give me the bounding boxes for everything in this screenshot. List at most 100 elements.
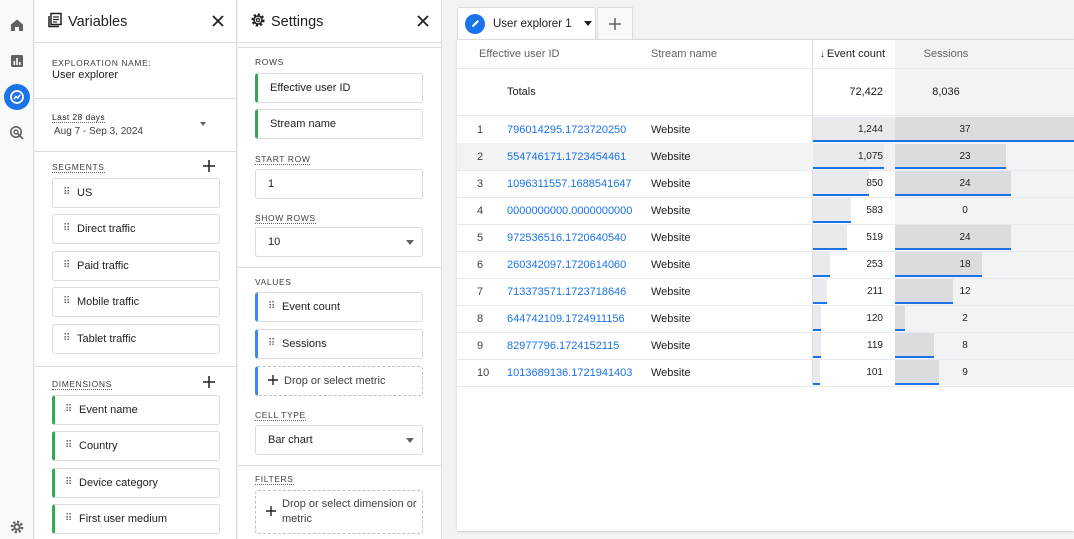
row-number: 4 <box>477 205 484 217</box>
home-icon[interactable] <box>4 12 30 38</box>
drop-metric-target[interactable]: Drop or select metric <box>255 366 423 396</box>
header-stream-name[interactable]: Stream name <box>651 40 717 68</box>
totals-sessions: 8,036 <box>932 86 960 98</box>
value-event-count[interactable]: ⠿ Event count <box>255 292 423 322</box>
stream-name-cell: Website <box>651 178 691 190</box>
add-dimension-button[interactable] <box>202 375 216 389</box>
plus-icon <box>609 17 621 30</box>
cell-type-select[interactable]: Bar chart <box>255 425 423 455</box>
table-row[interactable]: 2 554746171.1723454461 Website 1,075 23 <box>457 143 1074 170</box>
add-segment-button[interactable] <box>202 159 216 173</box>
table-row[interactable]: 8 644742109.1724911156 Website 120 2 <box>457 305 1074 332</box>
divider <box>35 98 236 99</box>
drag-handle-icon[interactable]: ⠿ <box>268 339 275 349</box>
table-row[interactable]: 10 1013689136.1721941403 Website 101 9 <box>457 359 1074 386</box>
divider <box>35 151 236 152</box>
ga4-explore-app: Variables EXPLORATION NAME: User explore… <box>0 0 1074 539</box>
drag-handle-icon[interactable]: ⠿ <box>65 405 72 415</box>
drag-handle-icon[interactable]: ⠿ <box>65 514 72 524</box>
sessions-value: 9 <box>962 367 968 378</box>
sessions-value: 12 <box>959 286 971 297</box>
date-range: Aug 7 - Sep 3, 2024 <box>54 126 143 137</box>
drag-handle-icon[interactable]: ⠿ <box>63 334 70 344</box>
segment-paid-traffic[interactable]: ⠿ Paid traffic <box>52 251 220 281</box>
event-count-value: 101 <box>866 367 883 378</box>
start-row-input[interactable]: 1 <box>255 169 423 199</box>
settings-title: Settings <box>250 12 323 32</box>
row-stream-name[interactable]: Stream name <box>255 109 423 139</box>
reports-icon[interactable] <box>4 48 30 74</box>
segment-tablet-traffic[interactable]: ⠿ Tablet traffic <box>52 324 220 354</box>
advertising-icon[interactable] <box>4 120 30 146</box>
table-row[interactable]: 7 713373571.1723718646 Website 211 12 <box>457 278 1074 305</box>
dimension-device-category[interactable]: ⠿ Device category <box>52 468 220 498</box>
show-rows-label: SHOW ROWS <box>255 213 316 224</box>
drag-handle-icon[interactable]: ⠿ <box>65 441 72 451</box>
dimension-country[interactable]: ⠿ Country <box>52 431 220 461</box>
header-sessions[interactable]: Sessions <box>895 40 997 68</box>
header-user-id[interactable]: Effective user ID <box>479 40 560 68</box>
drag-handle-icon[interactable]: ⠿ <box>63 261 70 271</box>
header-event-count[interactable]: ↓ Event count <box>813 40 895 68</box>
close-settings-icon[interactable] <box>415 13 431 29</box>
gear-icon <box>250 12 266 32</box>
drag-handle-icon[interactable]: ⠿ <box>65 478 72 488</box>
cell-type-label: CELL TYPE <box>255 410 306 421</box>
divider <box>35 366 236 367</box>
dimension-event-name[interactable]: ⠿ Event name <box>52 395 220 425</box>
dimension-first-user-medium[interactable]: ⠿ First user medium <box>52 504 220 534</box>
add-tab-button[interactable] <box>597 7 633 39</box>
drag-handle-icon[interactable]: ⠿ <box>63 224 70 234</box>
stream-name-cell: Website <box>651 286 691 298</box>
row-number: 10 <box>477 367 490 379</box>
table-row[interactable]: 9 82977796.1724152115 Website 119 8 <box>457 332 1074 359</box>
table-row[interactable]: 4 0000000000.0000000000 Website 583 0 <box>457 197 1074 224</box>
user-id-link[interactable]: 0000000000.0000000000 <box>507 205 632 217</box>
user-id-link[interactable]: 82977796.1724152115 <box>507 340 619 352</box>
row-effective-user-id[interactable]: Effective user ID <box>255 73 423 103</box>
table-row[interactable]: 6 260342097.1720614060 Website 253 18 <box>457 251 1074 278</box>
stream-name-cell: Website <box>651 151 691 163</box>
row-number: 6 <box>477 259 484 271</box>
totals-row: Totals 72,422 8,036 <box>457 69 1074 115</box>
show-rows-select[interactable]: 10 <box>255 227 423 257</box>
exploration-name[interactable]: User explorer <box>52 69 118 81</box>
event-count-value: 253 <box>866 259 883 270</box>
settings-panel: Settings ROWS Effective user ID Stream n… <box>238 0 442 539</box>
table-row[interactable]: 3 1096311557.1688541647 Website 850 24 <box>457 170 1074 197</box>
drag-handle-icon[interactable]: ⠿ <box>63 188 70 198</box>
stream-name-cell: Website <box>651 259 691 271</box>
explore-icon[interactable] <box>4 84 30 110</box>
tab-user-explorer-1[interactable]: User explorer 1 <box>457 7 596 39</box>
variables-panel: Variables EXPLORATION NAME: User explore… <box>35 0 237 539</box>
drop-filter-target[interactable]: Drop or select dimension or metric <box>255 490 423 534</box>
segment-direct-traffic[interactable]: ⠿ Direct traffic <box>52 214 220 244</box>
values-label: VALUES <box>255 277 292 287</box>
table-row[interactable]: 1 796014295.1723720250 Website 1,244 37 <box>457 116 1074 143</box>
event-count-value: 583 <box>866 205 883 216</box>
row-number: 9 <box>477 340 484 352</box>
drag-handle-icon[interactable]: ⠿ <box>268 302 275 312</box>
user-id-link[interactable]: 972536516.1720640540 <box>507 232 626 244</box>
drag-handle-icon[interactable]: ⠿ <box>63 297 70 307</box>
value-sessions[interactable]: ⠿ Sessions <box>255 329 423 359</box>
divider <box>238 47 441 48</box>
segment-us[interactable]: ⠿ US <box>52 178 220 208</box>
user-id-link[interactable]: 1096311557.1688541647 <box>507 178 632 190</box>
user-id-link[interactable]: 554746171.1723454461 <box>507 151 626 163</box>
user-id-link[interactable]: 796014295.1723720250 <box>507 124 626 136</box>
date-range-selector[interactable]: Last 28 days Aug 7 - Sep 3, 2024 <box>52 112 222 140</box>
settings-icon[interactable] <box>4 514 30 539</box>
user-id-link[interactable]: 713373571.1723718646 <box>507 286 626 298</box>
user-id-link[interactable]: 644742109.1724911156 <box>507 313 625 325</box>
stream-name-cell: Website <box>651 313 691 325</box>
row-number: 5 <box>477 232 484 244</box>
pencil-icon <box>465 13 485 34</box>
segment-mobile-traffic[interactable]: ⠿ Mobile traffic <box>52 287 220 317</box>
tab-menu-icon[interactable] <box>583 21 592 26</box>
user-id-link[interactable]: 260342097.1720614060 <box>507 259 626 271</box>
close-variables-icon[interactable] <box>210 13 226 29</box>
segments-label: SEGMENTS <box>52 162 105 173</box>
table-row[interactable]: 5 972536516.1720640540 Website 519 24 <box>457 224 1074 251</box>
user-id-link[interactable]: 1013689136.1721941403 <box>507 367 632 379</box>
